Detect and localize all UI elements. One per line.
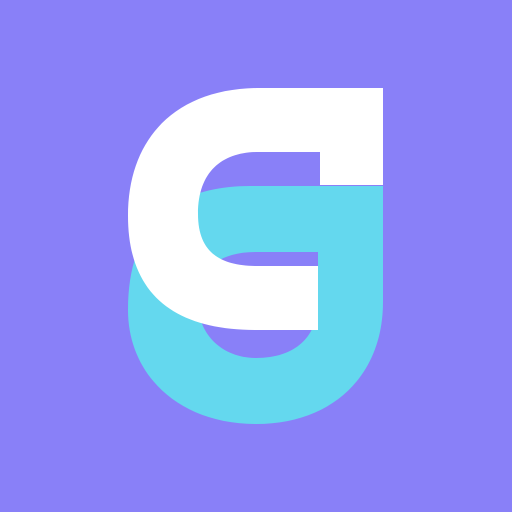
logo-background bbox=[0, 0, 512, 512]
g-monogram-logo-icon bbox=[0, 0, 512, 512]
app-icon-canvas bbox=[0, 0, 512, 512]
